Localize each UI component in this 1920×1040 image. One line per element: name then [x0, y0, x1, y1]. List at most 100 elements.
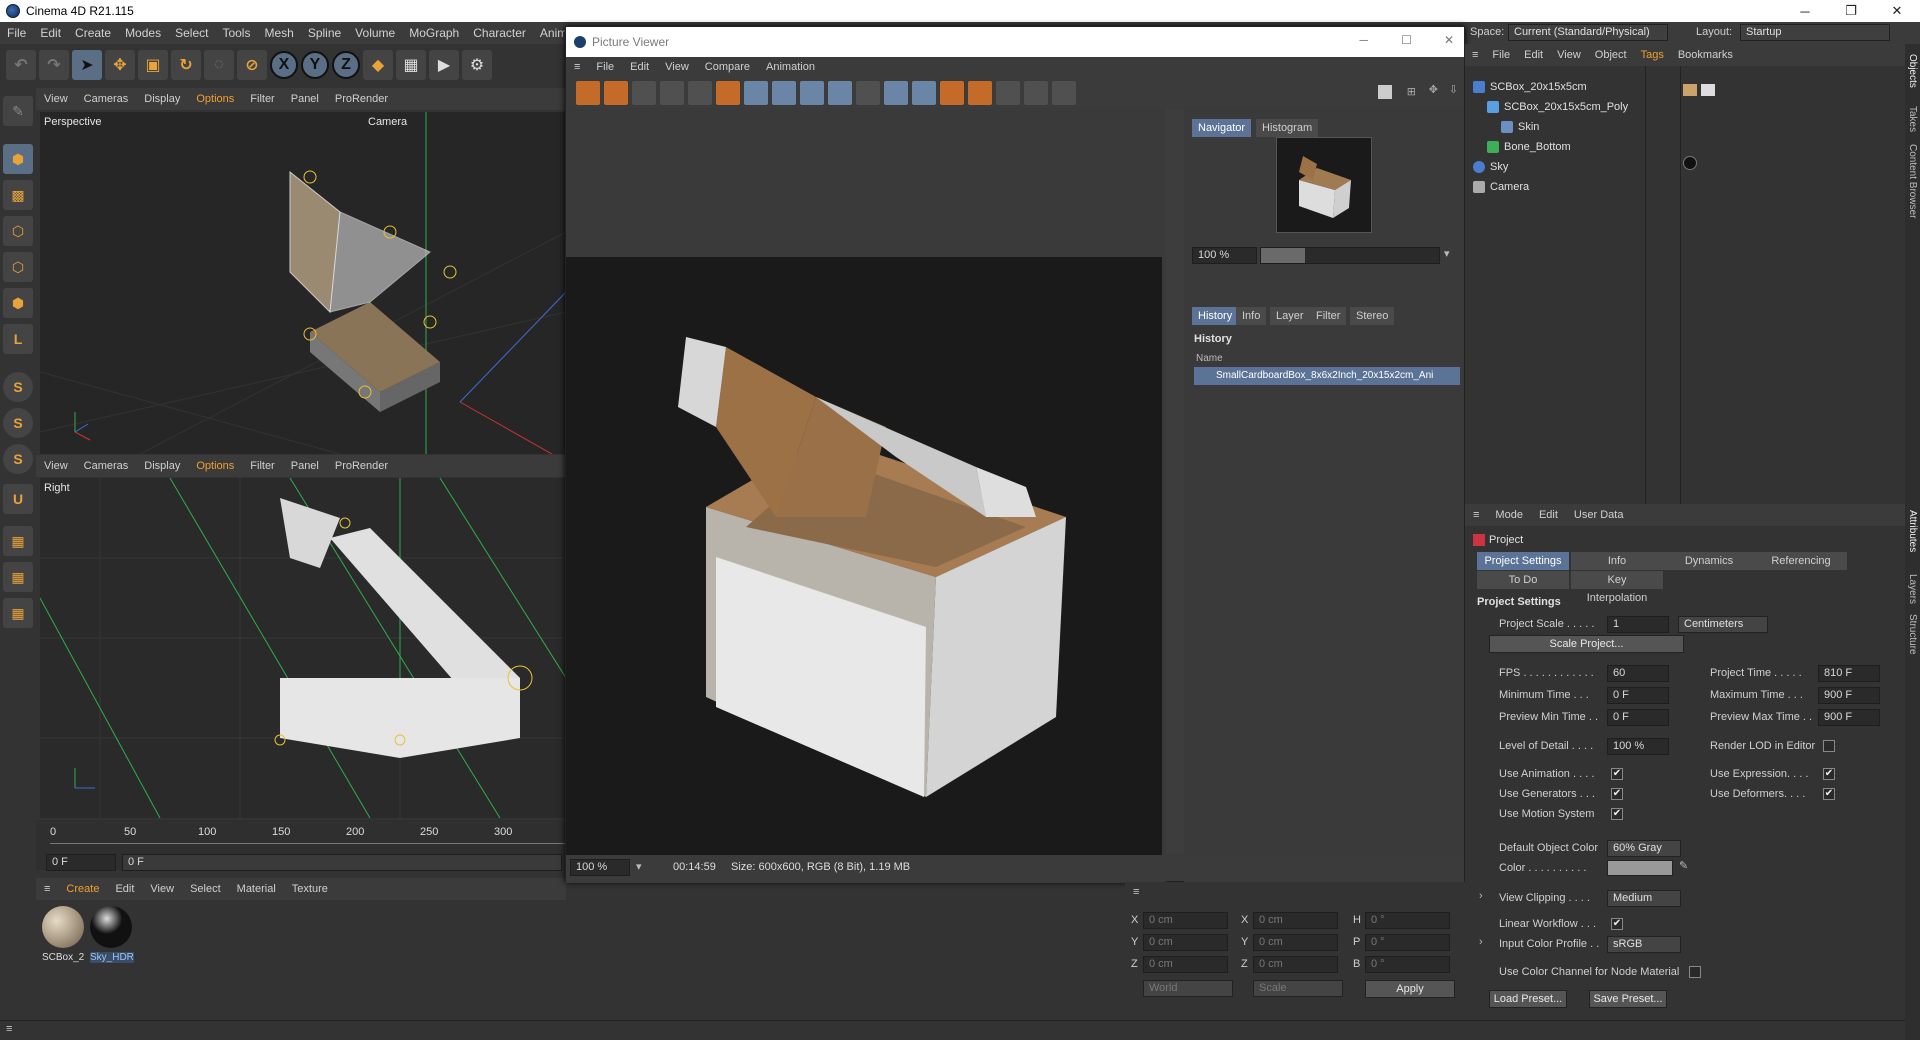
- status-zoom-dropdown-icon[interactable]: ▾: [636, 860, 642, 873]
- am-menu-edit[interactable]: Edit: [1531, 509, 1566, 521]
- mat-menu-select[interactable]: Select: [182, 883, 229, 895]
- object-row[interactable]: Sky: [1473, 158, 1508, 176]
- sky-material-tag-icon[interactable]: [1683, 156, 1697, 170]
- open-icon[interactable]: [576, 81, 600, 105]
- frame-range-bar[interactable]: 0 F: [122, 854, 562, 871]
- color-swatch[interactable]: [1607, 860, 1673, 876]
- project-scale-field[interactable]: 1: [1607, 616, 1669, 633]
- menu-tools[interactable]: Tools: [215, 26, 257, 40]
- menu-hamburger-icon[interactable]: ≡: [1465, 49, 1485, 61]
- object-mode-icon[interactable]: ◆: [363, 50, 393, 80]
- tab-filter[interactable]: Filter: [1310, 307, 1347, 325]
- tab-project-settings[interactable]: Project Settings: [1477, 552, 1569, 570]
- make-editable-icon[interactable]: ✎: [3, 96, 33, 126]
- snapshot-compare-icon[interactable]: [800, 81, 824, 105]
- rotation-b-field[interactable]: 0 °: [1365, 956, 1450, 973]
- y-axis-lock-icon[interactable]: Y: [301, 51, 329, 79]
- preview-min-time-field[interactable]: 0 F: [1607, 709, 1669, 726]
- grid-3-icon[interactable]: [1052, 81, 1076, 105]
- input-color-profile-dropdown[interactable]: sRGB: [1607, 936, 1681, 953]
- tab-dynamics[interactable]: Dynamics: [1663, 552, 1755, 570]
- vp-bottom-menu-display[interactable]: Display: [136, 460, 188, 472]
- vp-bottom-menu-filter[interactable]: Filter: [242, 460, 282, 472]
- solo-off-icon[interactable]: S: [3, 372, 33, 402]
- move-tool-icon[interactable]: ✥: [105, 50, 135, 80]
- pv-menu-animation[interactable]: Animation: [758, 61, 823, 73]
- tab-to-do[interactable]: To Do: [1477, 571, 1569, 589]
- layout-toggle-icon[interactable]: [1378, 85, 1392, 99]
- grid-1-icon[interactable]: [996, 81, 1020, 105]
- level-of-detail-field[interactable]: 100 %: [1607, 738, 1669, 755]
- save-icon[interactable]: [604, 81, 628, 105]
- status-zoom-field[interactable]: 100 %: [570, 859, 630, 876]
- model-mode-icon[interactable]: ⬢: [3, 144, 33, 174]
- mat-menu-view[interactable]: View: [142, 883, 182, 895]
- vp-top-menu-display[interactable]: Display: [136, 93, 188, 105]
- recent-tool-icon[interactable]: ◌: [204, 50, 234, 80]
- render-canvas[interactable]: [566, 109, 1166, 883]
- menu-mograph[interactable]: MoGraph: [402, 26, 466, 40]
- material-swatch[interactable]: [42, 906, 84, 948]
- menu-hamburger-icon[interactable]: ≡: [1133, 886, 1139, 898]
- position-z-field[interactable]: 0 cm: [1143, 956, 1228, 973]
- vp-bottom-menu-view[interactable]: View: [36, 460, 76, 472]
- apply-button[interactable]: Apply: [1365, 980, 1455, 998]
- material-name[interactable]: SCBox_2: [42, 952, 84, 963]
- vp-top-menu-view[interactable]: View: [36, 93, 76, 105]
- am-menu-user-data[interactable]: User Data: [1566, 509, 1632, 521]
- vp-top-menu-panel[interactable]: Panel: [283, 93, 327, 105]
- mat-menu-material[interactable]: Material: [229, 883, 284, 895]
- menu-modes[interactable]: Modes: [118, 26, 168, 40]
- use-deformers-checkbox[interactable]: ✔: [1823, 788, 1835, 800]
- channel-icon[interactable]: [856, 81, 880, 105]
- scale-y-field[interactable]: 0 cm: [1253, 934, 1338, 951]
- node-material-checkbox[interactable]: [1689, 966, 1701, 978]
- tab-stereo[interactable]: Stereo: [1350, 307, 1395, 325]
- vp-top-menu-prorender[interactable]: ProRender: [327, 93, 396, 105]
- z-axis-lock-icon[interactable]: Z: [332, 51, 360, 79]
- stop-render-icon[interactable]: [632, 81, 656, 105]
- set-b-icon[interactable]: [968, 81, 992, 105]
- navigator-thumbnail[interactable]: [1276, 137, 1372, 233]
- points-mode-icon[interactable]: ⬡: [3, 216, 33, 246]
- workplane-icon[interactable]: ▦: [3, 526, 33, 556]
- layout-dropdown[interactable]: Startup: [1740, 24, 1890, 41]
- use-motion-system-checkbox[interactable]: ✔: [1611, 808, 1623, 820]
- preview-max-time-field[interactable]: 900 F: [1818, 709, 1880, 726]
- mat-menu-texture[interactable]: Texture: [284, 883, 336, 895]
- side-tab-objects[interactable]: Objects: [1907, 54, 1918, 88]
- menu-hamburger-icon[interactable]: ≡: [6, 1023, 12, 1035]
- project-scale-unit-dropdown[interactable]: Centimeters: [1678, 616, 1768, 633]
- render-region-icon[interactable]: [660, 81, 684, 105]
- om-menu-view[interactable]: View: [1550, 49, 1588, 61]
- magnet-icon[interactable]: U: [3, 484, 33, 514]
- menu-volume[interactable]: Volume: [348, 26, 402, 40]
- position-x-field[interactable]: 0 cm: [1143, 912, 1228, 929]
- om-menu-bookmarks[interactable]: Bookmarks: [1671, 49, 1740, 61]
- ab-compare-icon[interactable]: [744, 81, 768, 105]
- close-icon[interactable]: ✕: [1444, 33, 1454, 47]
- maximize-icon[interactable]: ☐: [1401, 33, 1412, 47]
- menu-file[interactable]: File: [0, 26, 33, 40]
- maximum-time-field[interactable]: 900 F: [1818, 687, 1880, 704]
- tab-referencing[interactable]: Referencing: [1755, 552, 1847, 570]
- menu-hamburger-icon[interactable]: ≡: [36, 883, 58, 895]
- linear-workflow-checkbox[interactable]: ✔: [1611, 918, 1623, 930]
- view-clipping-expand-icon[interactable]: ›: [1479, 890, 1483, 902]
- object-row[interactable]: Camera: [1473, 178, 1529, 196]
- current-frame-field[interactable]: 0 F: [46, 854, 116, 871]
- default-object-color-dropdown[interactable]: 60% Gray: [1607, 840, 1681, 857]
- om-menu-object[interactable]: Object: [1588, 49, 1634, 61]
- snap-grid-icon[interactable]: ▦: [3, 562, 33, 592]
- rotation-h-field[interactable]: 0 °: [1365, 912, 1450, 929]
- render-lod-checkbox[interactable]: [1823, 740, 1835, 752]
- vp-bottom-menu-prorender[interactable]: ProRender: [327, 460, 396, 472]
- om-menu-file[interactable]: File: [1485, 49, 1517, 61]
- checker-tag-icon[interactable]: [1701, 84, 1715, 96]
- right-viewport[interactable]: Right: [40, 478, 566, 818]
- solo-hierarchy-icon[interactable]: S: [3, 444, 33, 474]
- tab-navigator[interactable]: Navigator: [1192, 119, 1252, 137]
- texture-tag-icon[interactable]: [1683, 84, 1697, 96]
- vp-top-menu-cameras[interactable]: Cameras: [76, 93, 137, 105]
- pin-icon[interactable]: ⇩: [1449, 83, 1458, 96]
